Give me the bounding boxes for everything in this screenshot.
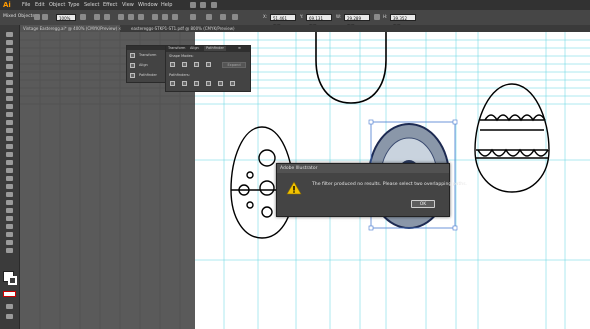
alert-dialog: Adobe Illustrator The filter produced no… <box>276 163 467 217</box>
merge-icon[interactable] <box>194 81 199 86</box>
egg-top <box>315 32 387 104</box>
outline-icon[interactable] <box>218 81 223 86</box>
dialog-title[interactable]: Adobe Illustrator <box>277 164 449 173</box>
tab-align[interactable]: Align <box>190 46 199 51</box>
ok-button[interactable]: OK <box>411 200 435 208</box>
shape-modes-label: Shape Modes: <box>169 54 194 58</box>
pathfinder-panel: Transform Align Pathfinder ≡ Shape Modes… <box>165 45 251 92</box>
warning-icon <box>286 181 302 195</box>
dock-item-pathfinder[interactable]: Pathfinder <box>139 73 157 77</box>
minus-back-icon[interactable] <box>230 81 235 86</box>
egg-right <box>474 83 550 193</box>
align-icon[interactable] <box>130 63 135 68</box>
panel-menu-icon[interactable]: ≡ <box>238 46 241 51</box>
transform-icon[interactable] <box>130 53 135 58</box>
dock-item-transform[interactable]: Transform <box>139 53 156 57</box>
transform-align-dock: Transform Align Pathfinder <box>126 45 168 83</box>
exclude-icon[interactable] <box>206 62 211 67</box>
tab-pathfinder[interactable]: Pathfinder <box>204 46 226 51</box>
tab-transform[interactable]: Transform <box>168 46 185 51</box>
intersect-icon[interactable] <box>194 62 199 67</box>
crop-icon[interactable] <box>206 81 211 86</box>
dock-item-align[interactable]: Align <box>139 63 148 67</box>
unite-icon[interactable] <box>170 62 175 67</box>
expand-button[interactable]: Expand <box>222 62 246 68</box>
dialog-message: The filter produced no results. Please s… <box>312 182 468 187</box>
pathfinder-icon[interactable] <box>130 73 135 78</box>
pathfinders-label: Pathfinders: <box>169 73 190 77</box>
minus-front-icon[interactable] <box>182 62 187 67</box>
trim-icon[interactable] <box>182 81 187 86</box>
divide-icon[interactable] <box>170 81 175 86</box>
panel-grip[interactable] <box>127 46 167 50</box>
